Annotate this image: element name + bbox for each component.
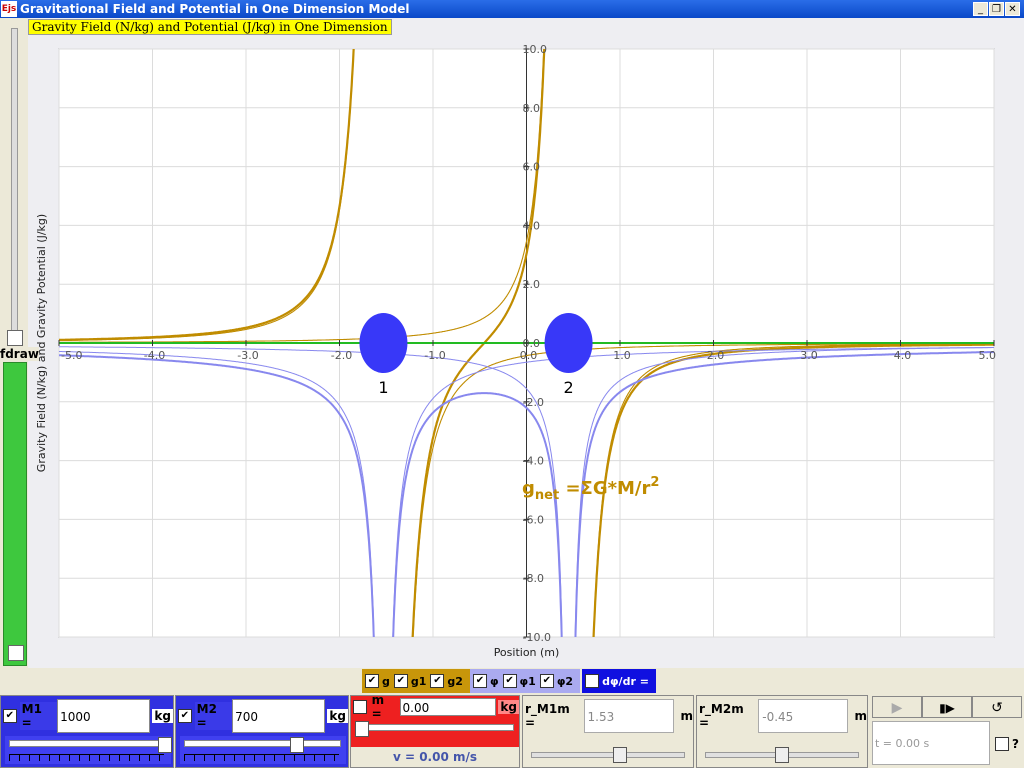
m1-unit: kg bbox=[152, 709, 173, 723]
legend-phi-checkbox[interactable]: ✔ bbox=[472, 674, 487, 688]
r-m2m-input[interactable]: -0.45 bbox=[758, 699, 849, 733]
help-label: ? bbox=[1012, 737, 1019, 751]
legend-g2-label: g2 bbox=[447, 674, 463, 688]
x-tick-label: 3.0 bbox=[800, 349, 818, 362]
legend-dphidr[interactable]: dφ/dr = bbox=[585, 674, 649, 688]
r-m2m-row: r_M2m = -0.45 m bbox=[699, 698, 867, 734]
r-m1m-unit: m bbox=[680, 709, 693, 723]
legend-phi-group: ✔ φ ✔ φ1 ✔ φ2 bbox=[469, 669, 581, 693]
m1-panel: ✔ M1 = 1000 kg bbox=[0, 695, 174, 768]
velocity-text: v = 0.00 m/s bbox=[351, 747, 519, 767]
x-tick-label: 5.0 bbox=[979, 349, 997, 362]
r-m2m-slider-thumb[interactable] bbox=[775, 747, 789, 763]
m2-slider[interactable] bbox=[180, 736, 346, 764]
m1-slider-ticks bbox=[9, 754, 164, 761]
legend-phi1-checkbox[interactable]: ✔ bbox=[502, 674, 517, 688]
x-tick-label: -3.0 bbox=[237, 349, 258, 362]
mass-label-2: 2 bbox=[563, 378, 573, 397]
legend-deriv-group: dφ/dr = bbox=[582, 669, 656, 693]
m-slider-track bbox=[357, 724, 514, 731]
r-m2m-panel: r_M2m = -0.45 m bbox=[696, 695, 868, 768]
m1-slider-thumb[interactable] bbox=[158, 737, 172, 753]
play-button[interactable]: ▶ bbox=[872, 696, 922, 718]
time-display: t = 0.00 s bbox=[872, 721, 990, 765]
m-row: m = 0.00 kg bbox=[353, 693, 519, 721]
chart-title: Gravity Field (N/kg) and Potential (J/kg… bbox=[28, 19, 392, 35]
m-input[interactable]: 0.00 bbox=[399, 698, 497, 716]
mass-label-1: 1 bbox=[378, 378, 388, 397]
x-tick-label: 2.0 bbox=[707, 349, 725, 362]
legend-phi-label: φ bbox=[489, 674, 499, 688]
legend-phi2-label: φ2 bbox=[556, 674, 574, 688]
x-tick-label: -4.0 bbox=[144, 349, 165, 362]
m1-row: ✔ M1 = 1000 kg bbox=[3, 698, 173, 734]
m2-unit: kg bbox=[327, 709, 348, 723]
playback-panel: ▶ ▮▶ ↺ t = 0.00 s ? bbox=[872, 695, 1022, 768]
y-axis-label: Gravity Field (N/kg) and Gravity Potenti… bbox=[35, 214, 48, 472]
legend-g-group: ✔ g ✔ g1 ✔ g2 bbox=[362, 669, 470, 693]
reset-button[interactable]: ↺ bbox=[972, 696, 1022, 718]
m-unit: kg bbox=[498, 700, 519, 714]
r-m1m-label: r_M1m = bbox=[525, 702, 570, 730]
m2-input[interactable]: 700 bbox=[232, 699, 326, 733]
m-slider-thumb[interactable] bbox=[355, 721, 369, 737]
legend-dphidr-checkbox[interactable] bbox=[585, 674, 600, 688]
m-panel: m = 0.00 kg v = 0.00 m/s bbox=[350, 693, 520, 768]
legend-phi2[interactable]: ✔ φ2 bbox=[539, 674, 574, 688]
r-m2m-slider[interactable] bbox=[701, 746, 861, 764]
legend-bar: ✔ g ✔ g1 ✔ g2 ✔ φ ✔ φ1 ✔ φ2 dφ/dr = bbox=[362, 669, 656, 693]
m2-slider-ticks bbox=[184, 754, 339, 761]
m1-input[interactable]: 1000 bbox=[57, 699, 151, 733]
m2-row: ✔ M2 = 700 kg bbox=[178, 698, 348, 734]
x-tick-label: -1.0 bbox=[424, 349, 445, 362]
mass-2 bbox=[544, 313, 593, 373]
r-m1m-slider-thumb[interactable] bbox=[613, 747, 627, 763]
help-checkbox[interactable] bbox=[995, 737, 1009, 751]
r-m1m-panel: r_M1m = 1.53 m bbox=[522, 695, 694, 768]
m2-slider-track bbox=[184, 740, 341, 747]
r-m1m-slider-track bbox=[531, 752, 685, 758]
legend-g1-checkbox[interactable]: ✔ bbox=[393, 674, 408, 688]
r-m2m-unit: m bbox=[854, 709, 867, 723]
control-row: ✔ M1 = 1000 kg ✔ M2 = 700 kg m = 0.00 kg… bbox=[0, 693, 1024, 768]
legend-g1[interactable]: ✔ g1 bbox=[393, 674, 427, 688]
x-tick-label: 0.0 bbox=[520, 349, 538, 362]
m-checkbox[interactable] bbox=[353, 700, 367, 714]
m-label: m = bbox=[371, 693, 385, 721]
x-tick-label: -2.0 bbox=[331, 349, 352, 362]
legend-dphidr-label: dφ/dr = bbox=[602, 674, 649, 688]
x-tick-label: -5.0 bbox=[61, 349, 82, 362]
m1-slider[interactable] bbox=[5, 736, 172, 764]
m2-checkbox[interactable]: ✔ bbox=[178, 709, 192, 723]
m1-label: M1 = bbox=[19, 702, 58, 730]
legend-g-checkbox[interactable]: ✔ bbox=[365, 674, 379, 688]
mass-1 bbox=[359, 313, 408, 373]
legend-phi[interactable]: ✔ φ bbox=[472, 674, 499, 688]
x-axis-label: Position (m) bbox=[494, 646, 560, 659]
legend-g-label: g bbox=[382, 674, 390, 688]
step-button[interactable]: ▮▶ bbox=[922, 696, 972, 718]
r-m1m-slider[interactable] bbox=[527, 746, 687, 764]
r-m1m-row: r_M1m = 1.53 m bbox=[525, 698, 693, 734]
m2-slider-thumb[interactable] bbox=[290, 737, 304, 753]
x-tick-label: 4.0 bbox=[894, 349, 912, 362]
legend-g2[interactable]: ✔ g2 bbox=[430, 674, 463, 688]
chart[interactable]: -5.0 -4.0 -3.0 -2.0 -1.0 0.0 1.0 2.0 3.0 4.0 5.010… bbox=[0, 0, 1024, 668]
m2-label: M2 = bbox=[194, 702, 233, 730]
r-m1m-input[interactable]: 1.53 bbox=[583, 699, 675, 733]
m-slider[interactable] bbox=[353, 720, 517, 744]
legend-g1-label: g1 bbox=[410, 674, 427, 688]
legend-g[interactable]: ✔ g bbox=[365, 674, 390, 688]
legend-phi1[interactable]: ✔ φ1 bbox=[502, 674, 536, 688]
x-tick-label: 1.0 bbox=[613, 349, 631, 362]
m1-checkbox[interactable]: ✔ bbox=[3, 709, 17, 723]
legend-phi2-checkbox[interactable]: ✔ bbox=[539, 674, 554, 688]
legend-g2-checkbox[interactable]: ✔ bbox=[430, 674, 445, 688]
m1-slider-track bbox=[9, 740, 166, 747]
r-m2m-label: r_M2m = bbox=[699, 702, 744, 730]
legend-phi1-label: φ1 bbox=[519, 674, 536, 688]
m2-panel: ✔ M2 = 700 kg bbox=[175, 695, 349, 768]
